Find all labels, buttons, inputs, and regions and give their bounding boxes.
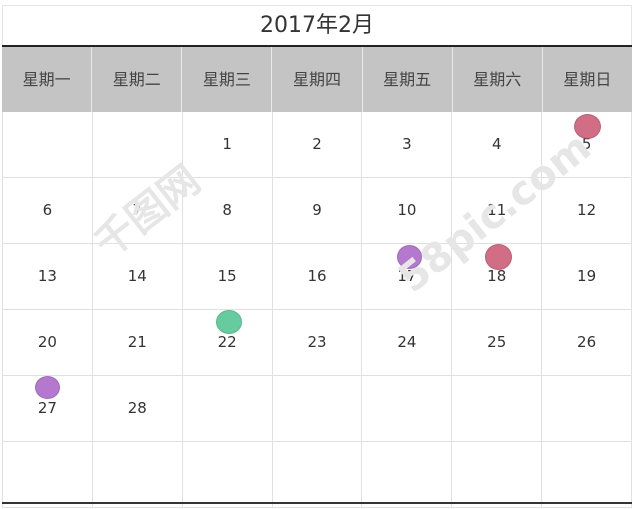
week-row [2,442,633,508]
event-marker-dot[interactable] [485,244,512,270]
day-cell[interactable]: 13 [2,244,93,309]
day-cell[interactable] [273,442,363,507]
weekday-sat: 星期六 [453,47,543,112]
day-cell[interactable]: 21 [93,310,183,375]
week-row: 13 14 15 16 17 18 19 [2,244,633,310]
day-cell[interactable]: 2 [273,112,363,177]
day-cell[interactable]: 11 [452,178,543,243]
weekday-thu: 星期四 [272,47,363,112]
day-cell[interactable]: 1 [183,112,273,177]
day-cell[interactable]: 25 [452,310,543,375]
day-cell[interactable] [542,442,633,507]
event-marker-dot[interactable] [35,376,60,399]
weekday-mon: 星期一 [2,47,93,112]
week-row: 6 7 8 9 10 11 12 [2,178,633,244]
day-cell[interactable]: 16 [273,244,363,309]
weekday-header-row: 星期一 星期二 星期三 星期四 星期五 星期六 星期日 [2,47,632,112]
day-cell[interactable] [542,376,633,441]
day-cell[interactable]: 10 [362,178,453,243]
week-row: 1 2 3 4 5 [2,112,633,178]
day-cell[interactable] [2,442,93,507]
calendar-title: 2017年2月 [2,5,632,46]
day-cell[interactable]: 7 [93,178,183,243]
day-cell[interactable] [452,442,543,507]
calendar-grid: 1 2 3 4 5 6 7 8 9 10 11 12 13 14 15 16 1… [2,112,633,508]
day-cell[interactable]: 4 [452,112,543,177]
day-cell[interactable]: 26 [542,310,633,375]
day-cell[interactable] [362,442,453,507]
day-cell[interactable]: 3 [362,112,453,177]
day-cell[interactable]: 20 [2,310,93,375]
day-cell[interactable]: 6 [2,178,93,243]
weekday-sun: 星期日 [563,70,612,89]
weekday-wed: 星期三 [182,47,273,112]
day-cell[interactable] [93,442,183,507]
event-marker-dot[interactable] [574,114,601,139]
weekday-tue: 星期二 [92,47,183,112]
day-cell[interactable]: 15 [183,244,273,309]
day-cell[interactable]: 14 [93,244,183,309]
day-cell[interactable]: 9 [273,178,363,243]
day-cell[interactable]: 12 [542,178,633,243]
day-cell[interactable] [362,376,453,441]
day-cell[interactable] [183,376,273,441]
day-cell[interactable]: 23 [273,310,363,375]
day-cell[interactable] [93,112,183,177]
week-row: 27 28 [2,376,633,442]
bottom-border [2,502,632,504]
day-cell[interactable]: 24 [362,310,453,375]
week-row: 20 21 22 23 24 25 26 [2,310,633,376]
day-cell[interactable] [183,442,273,507]
weekday-fri: 星期五 [363,47,453,112]
day-cell[interactable]: 8 [183,178,273,243]
event-marker-dot[interactable] [397,245,422,269]
day-cell[interactable] [2,112,93,177]
day-cell[interactable]: 19 [542,244,633,309]
day-cell[interactable]: 28 [93,376,183,441]
event-marker-dot[interactable] [216,310,242,334]
day-cell[interactable] [273,376,363,441]
day-cell[interactable] [452,376,543,441]
